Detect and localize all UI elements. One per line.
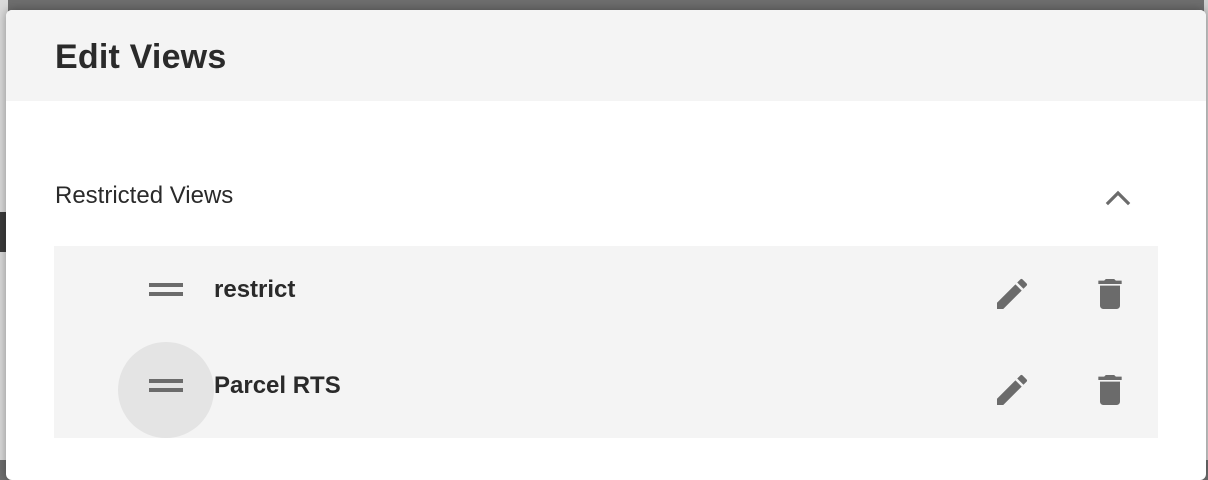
edit-view-button[interactable] (990, 272, 1034, 316)
drag-handle-icon (149, 379, 183, 392)
collapse-toggle-button[interactable] (1104, 184, 1132, 212)
view-row: Parcel RTS (54, 342, 1158, 438)
view-label: Parcel RTS (214, 372, 341, 399)
view-row: restrict (54, 246, 1158, 342)
modal-title: Edit Views (55, 38, 227, 76)
delete-view-button[interactable] (1088, 272, 1132, 316)
restricted-views-section-header[interactable]: Restricted Views (55, 176, 1158, 218)
edit-views-modal: Edit Views Restricted Views restrict Par… (6, 10, 1206, 480)
trash-icon (1098, 375, 1122, 405)
trash-icon (1098, 279, 1122, 309)
drag-handle-icon (149, 283, 183, 296)
drag-handle[interactable] (118, 246, 214, 342)
pencil-icon (997, 374, 1028, 405)
chevron-up-icon (1105, 190, 1131, 206)
delete-view-button[interactable] (1088, 368, 1132, 412)
section-title: Restricted Views (55, 182, 234, 209)
pencil-icon (997, 278, 1028, 309)
view-label: restrict (214, 276, 296, 303)
modal-header: Edit Views (6, 10, 1206, 101)
drag-handle[interactable] (118, 342, 214, 438)
edit-view-button[interactable] (990, 368, 1034, 412)
restricted-views-list: restrict Parcel RTS (54, 246, 1158, 438)
